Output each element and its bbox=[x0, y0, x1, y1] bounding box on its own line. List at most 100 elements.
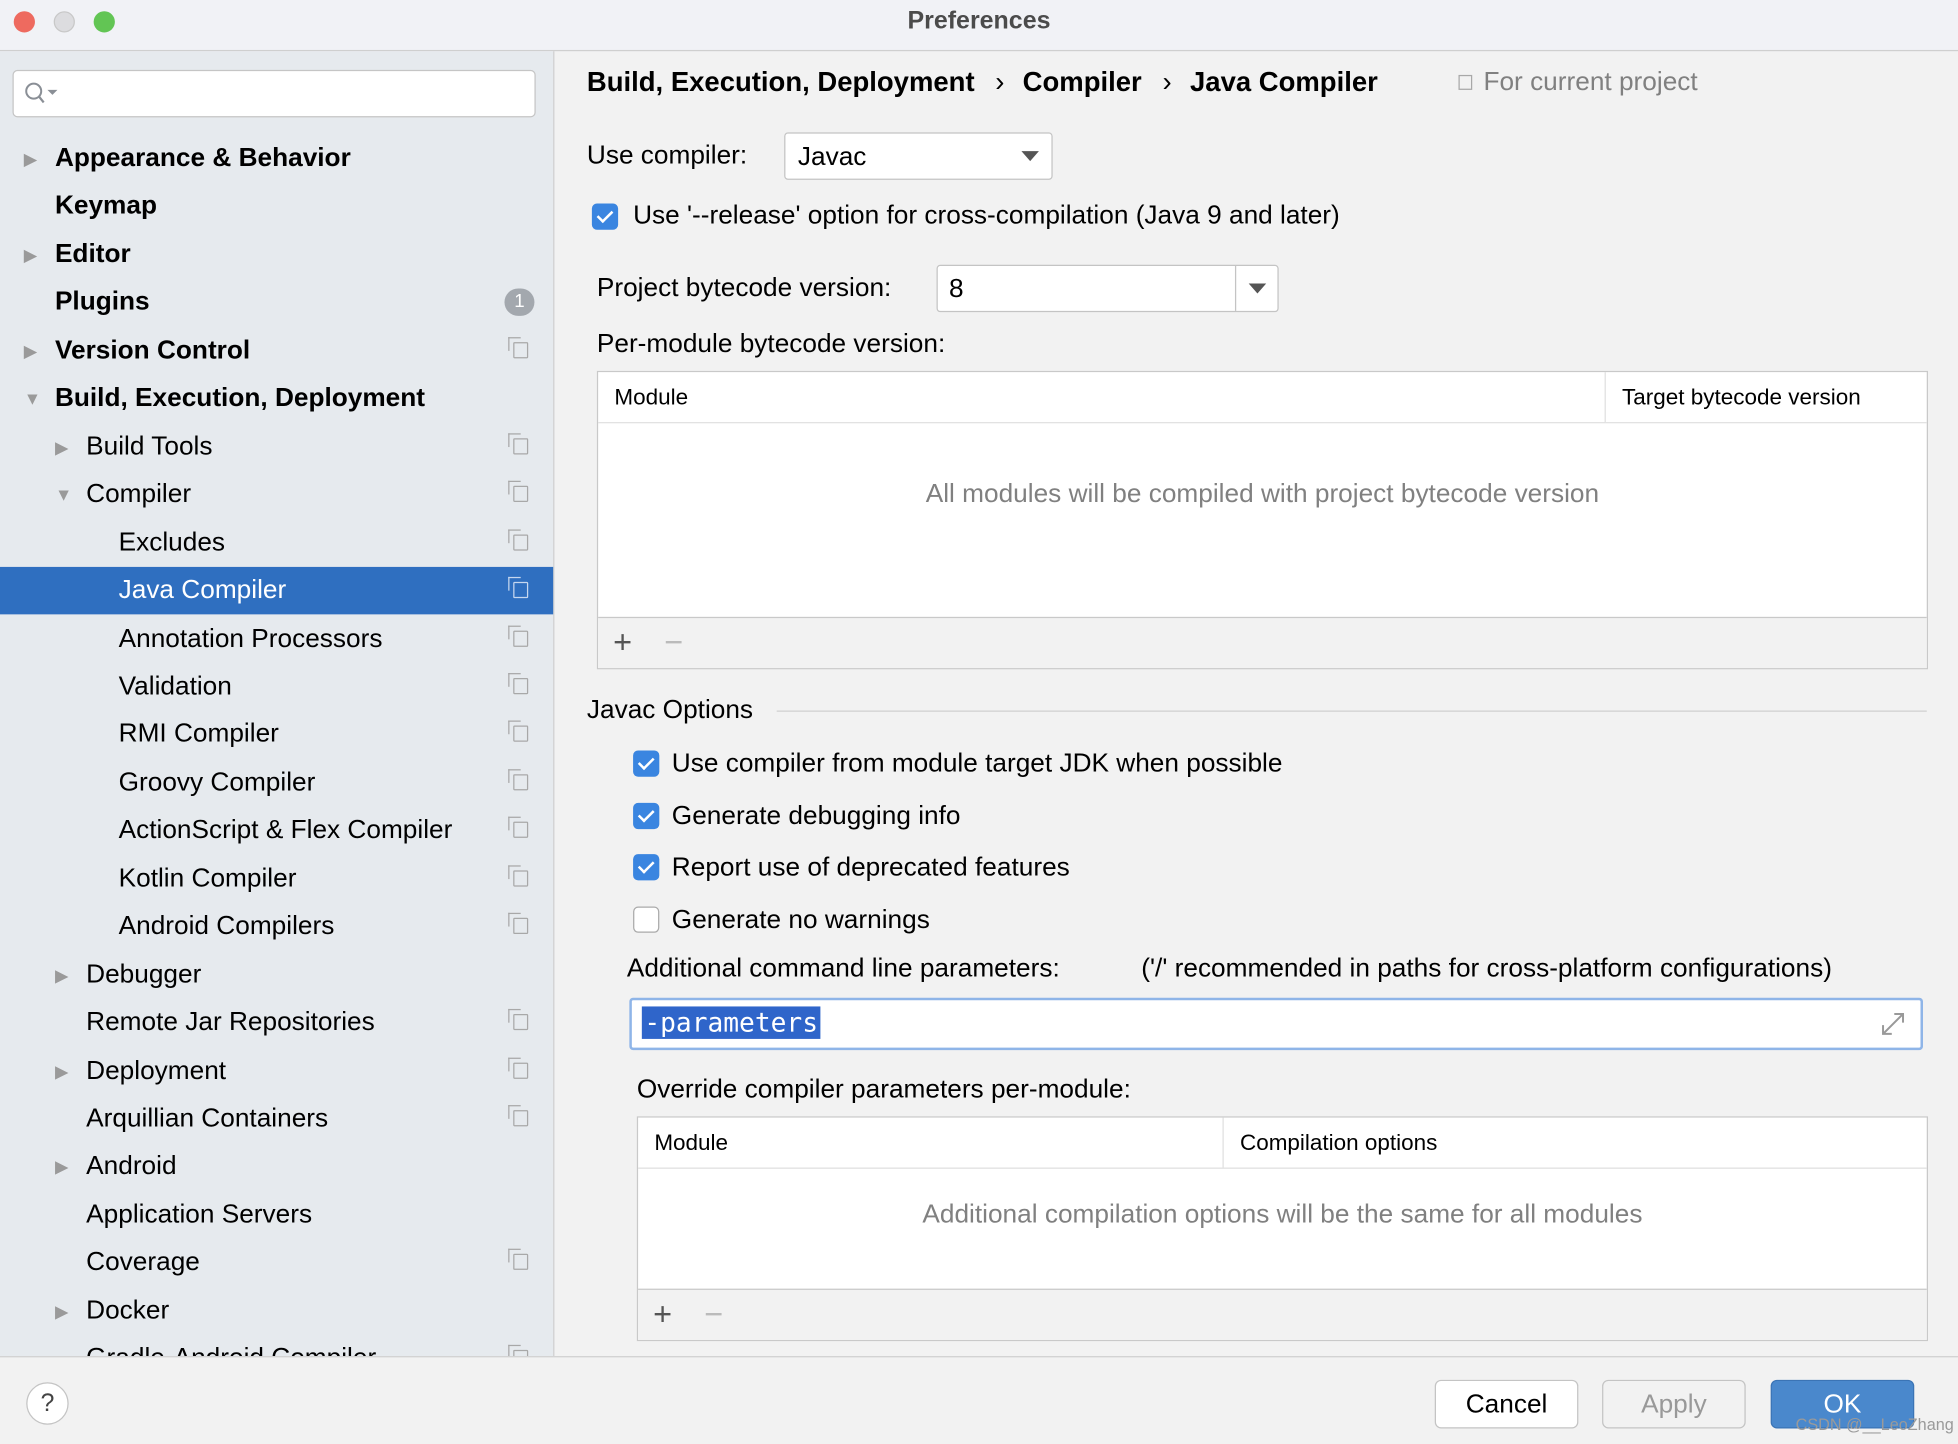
sidebar-item[interactable]: ▶ Editor bbox=[0, 231, 553, 278]
column-header-target[interactable]: Target bytecode version bbox=[1622, 372, 1861, 422]
javac-option-checkbox[interactable] bbox=[633, 906, 660, 933]
add-icon[interactable]: + bbox=[653, 1295, 672, 1334]
sidebar-item[interactable]: Coverage bbox=[0, 1239, 553, 1286]
sidebar-item[interactable]: Android Compilers bbox=[0, 903, 553, 950]
sidebar-item[interactable]: Excludes bbox=[0, 519, 553, 566]
table-toolbar: + − bbox=[598, 616, 1927, 669]
chevron-down-icon bbox=[1021, 151, 1039, 162]
search-input[interactable] bbox=[12, 69, 536, 118]
sidebar-item[interactable]: ActionScript & Flex Compiler bbox=[0, 807, 553, 854]
empty-table-text: Additional compilation options will be t… bbox=[922, 1200, 1643, 1229]
chevron-right-icon[interactable]: ▶ bbox=[55, 951, 68, 998]
column-header-module[interactable]: Module bbox=[614, 372, 688, 422]
remove-icon[interactable]: − bbox=[704, 1295, 723, 1334]
sidebar-item[interactable]: Groovy Compiler bbox=[0, 759, 553, 806]
copy-icon bbox=[508, 1105, 529, 1127]
sidebar-item[interactable]: Application Servers bbox=[0, 1191, 553, 1238]
override-label: Override compiler parameters per-module: bbox=[636, 1075, 1131, 1104]
sidebar-item[interactable]: Keymap bbox=[0, 183, 553, 230]
preferences-window: Preferences ▶ Appearance & Behavior Keymap… bbox=[0, 0, 1958, 1444]
breadcrumb-item[interactable]: Build, Execution, Deployment bbox=[587, 66, 975, 98]
sidebar-item[interactable]: Remote Jar Repositories bbox=[0, 999, 553, 1046]
per-module-label: Per-module bytecode version: bbox=[596, 329, 946, 359]
sidebar-item[interactable]: ▶ Docker bbox=[0, 1287, 553, 1334]
sidebar-item[interactable]: ▶ Version Control bbox=[0, 327, 553, 374]
sidebar-item-label: Deployment bbox=[86, 1055, 227, 1085]
sidebar-item-label: Build Tools bbox=[86, 431, 213, 461]
bytecode-label: Project bytecode version: bbox=[596, 273, 892, 303]
copy-icon bbox=[508, 913, 529, 935]
chevron-right-icon[interactable]: ▶ bbox=[55, 1047, 68, 1094]
sidebar-item[interactable]: Plugins 1 bbox=[0, 279, 553, 326]
copy-icon bbox=[508, 720, 529, 743]
compiler-select[interactable]: Javac bbox=[784, 132, 1053, 180]
javac-option-checkbox[interactable] bbox=[633, 802, 660, 830]
sidebar-item-label: Coverage bbox=[86, 1247, 200, 1277]
sidebar-item[interactable]: ▼ Compiler bbox=[0, 471, 553, 518]
chevron-right-icon[interactable]: ▶ bbox=[55, 1287, 68, 1334]
bytecode-combo[interactable]: 8 bbox=[936, 264, 1279, 313]
sidebar-item[interactable]: ▶ Debugger bbox=[0, 951, 553, 998]
javac-option-label: Report use of deprecated features bbox=[671, 852, 1070, 882]
chevron-down-icon[interactable]: ▼ bbox=[24, 375, 41, 422]
sidebar-item-label: Debugger bbox=[86, 959, 202, 989]
sidebar-item-label: ActionScript & Flex Compiler bbox=[118, 815, 453, 845]
cmd-params-value: -parameters bbox=[641, 1006, 821, 1039]
breadcrumb-separator: › bbox=[1162, 66, 1172, 98]
table-header: Module Target bytecode version bbox=[598, 372, 1927, 424]
cmd-params-input[interactable]: -parameters bbox=[629, 997, 1923, 1051]
chevron-right-icon[interactable]: ▶ bbox=[55, 423, 68, 470]
copy-icon bbox=[508, 336, 529, 359]
column-header-options[interactable]: Compilation options bbox=[1240, 1118, 1437, 1168]
cmd-params-hint: ('/' recommended in paths for cross-plat… bbox=[1141, 954, 1832, 983]
apply-button[interactable]: Apply bbox=[1602, 1379, 1746, 1429]
table-header: Module Compilation options bbox=[638, 1117, 1927, 1169]
expand-icon[interactable] bbox=[1881, 1011, 1906, 1036]
column-header-module[interactable]: Module bbox=[654, 1118, 728, 1168]
copy-icon bbox=[508, 1057, 529, 1079]
chevron-right-icon[interactable]: ▶ bbox=[55, 1143, 68, 1190]
sidebar-item-label: Groovy Compiler bbox=[118, 767, 316, 797]
sidebar-item-label: Arquillian Containers bbox=[86, 1103, 329, 1133]
sidebar-item[interactable]: Annotation Processors bbox=[0, 615, 553, 662]
sidebar-item-label: Validation bbox=[118, 671, 232, 701]
javac-option-checkbox[interactable] bbox=[633, 854, 660, 881]
sidebar-item[interactable]: Arquillian Containers bbox=[0, 1095, 553, 1142]
bytecode-value: 8 bbox=[949, 274, 964, 304]
sidebar-item[interactable]: ▶ Android bbox=[0, 1143, 553, 1190]
sidebar-item[interactable]: ▶ Deployment bbox=[0, 1047, 553, 1094]
sidebar-item[interactable]: RMI Compiler bbox=[0, 711, 553, 758]
sidebar-item[interactable]: Java Compiler bbox=[0, 566, 554, 615]
add-icon[interactable]: + bbox=[613, 623, 632, 662]
sidebar-item[interactable]: ▼ Build, Execution, Deployment bbox=[0, 375, 553, 422]
copy-icon bbox=[508, 865, 529, 887]
copy-icon bbox=[508, 1009, 529, 1031]
release-option-checkbox[interactable] bbox=[591, 203, 619, 230]
chevron-right-icon[interactable]: ▶ bbox=[24, 327, 37, 374]
sidebar-item[interactable]: Kotlin Compiler bbox=[0, 855, 553, 902]
sidebar-item-label: Android Compilers bbox=[118, 911, 335, 941]
sidebar-item-label: Android bbox=[86, 1151, 177, 1181]
chevron-right-icon[interactable]: ▶ bbox=[24, 135, 37, 182]
breadcrumb-item[interactable]: Compiler bbox=[1023, 66, 1142, 98]
chevron-down-icon[interactable]: ▼ bbox=[55, 471, 72, 518]
sidebar-item[interactable]: Validation bbox=[0, 663, 553, 710]
cancel-button[interactable]: Cancel bbox=[1434, 1379, 1579, 1429]
javac-option-checkbox[interactable] bbox=[633, 750, 660, 777]
chevron-down-icon[interactable] bbox=[1248, 283, 1267, 294]
use-compiler-label: Use compiler: bbox=[586, 141, 748, 170]
copy-icon bbox=[508, 769, 529, 791]
sidebar-item-label: Version Control bbox=[54, 335, 251, 365]
title-bar: Preferences bbox=[0, 0, 1958, 52]
copy-icon bbox=[1458, 74, 1473, 90]
sidebar-item[interactable]: ▶ Build Tools bbox=[0, 423, 553, 470]
sidebar-item[interactable]: ▶ Appearance & Behavior bbox=[0, 135, 553, 182]
sidebar-item-label: Editor bbox=[54, 239, 131, 269]
copy-icon bbox=[508, 624, 529, 647]
help-button[interactable]: ? bbox=[26, 1382, 69, 1425]
chevron-right-icon[interactable]: ▶ bbox=[24, 231, 37, 278]
compiler-value: Javac bbox=[797, 142, 867, 172]
javac-option-label: Use compiler from module target JDK when… bbox=[671, 749, 1283, 778]
sidebar-item-label: Annotation Processors bbox=[118, 623, 383, 653]
remove-icon[interactable]: − bbox=[664, 623, 683, 662]
